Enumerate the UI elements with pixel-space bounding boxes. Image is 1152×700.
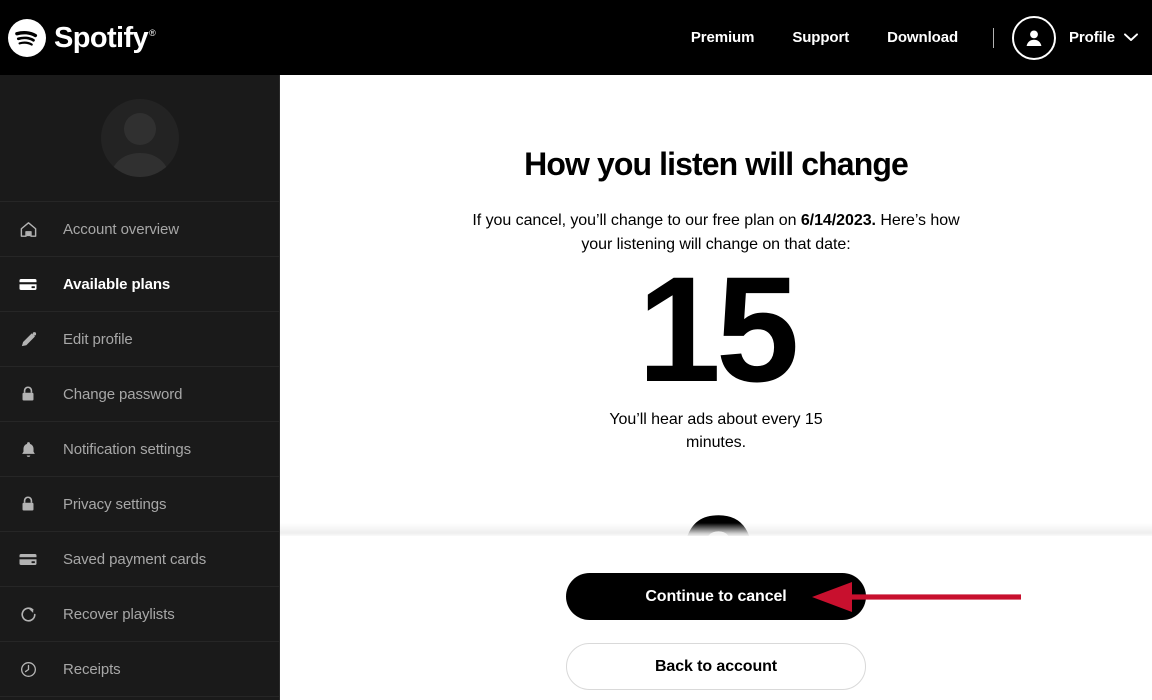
- page-title: How you listen will change: [524, 146, 909, 182]
- spotify-logo-icon: [8, 18, 46, 57]
- back-to-account-button[interactable]: Back to account: [566, 643, 866, 690]
- sidebar-item-change-password[interactable]: Change password: [0, 367, 279, 422]
- sidebar-item-label: Receipts: [63, 660, 121, 678]
- sidebar-item-label: Notification settings: [63, 440, 191, 458]
- spotify-wordmark: Spotify®: [54, 22, 156, 54]
- registered-mark: ®: [149, 28, 156, 39]
- nav-divider: [993, 27, 995, 48]
- stat-block-ads: 15 You’ll hear ads about every 15 minute…: [603, 244, 829, 454]
- chevron-down-icon: [1124, 29, 1138, 47]
- continue-to-cancel-button[interactable]: Continue to cancel: [566, 573, 866, 620]
- sidebar-item-edit-profile[interactable]: Edit profile: [0, 312, 279, 367]
- credit-card-icon: [16, 272, 40, 296]
- user-avatar-placeholder-icon: [100, 99, 179, 177]
- pencil-icon: [16, 327, 40, 351]
- nav-link-support[interactable]: Support: [773, 29, 868, 46]
- nav-link-download[interactable]: Download: [868, 29, 977, 46]
- site-header: Spotify® Premium Support Download Profil…: [0, 0, 1152, 75]
- profile-label: Profile: [1069, 29, 1115, 46]
- sidebar-item-label: Edit profile: [63, 330, 133, 348]
- stat-number: 15: [637, 244, 800, 413]
- main-nav: Premium Support Download Profile: [672, 0, 1152, 75]
- sidebar-item-saved-payment-cards[interactable]: Saved payment cards: [0, 532, 279, 587]
- sidebar-item-label: Privacy settings: [63, 495, 167, 513]
- user-avatar-icon: [1012, 15, 1057, 60]
- restore-icon: [16, 602, 40, 626]
- sidebar-item-account-overview[interactable]: Account overview: [0, 202, 279, 257]
- stat-caption: You’ll hear ads about every 15 minutes.: [609, 410, 823, 451]
- sidebar-avatar-block: [0, 75, 279, 202]
- sidebar-item-receipts[interactable]: Receipts: [0, 642, 279, 697]
- sidebar-item-privacy-settings[interactable]: Privacy settings: [0, 477, 279, 532]
- sidebar-item-label: Account overview: [63, 220, 179, 238]
- sidebar-item-label: Available plans: [63, 275, 171, 293]
- profile-menu-button[interactable]: Profile: [1010, 15, 1138, 60]
- sticky-action-footer: Continue to cancel Back to account: [280, 536, 1152, 700]
- sidebar-item-label: Change password: [63, 385, 183, 403]
- credit-card-icon: [16, 547, 40, 571]
- account-sidebar: Account overview Available plans Edit pr…: [0, 75, 280, 700]
- bell-icon: [16, 437, 40, 461]
- sidebar-item-label: Recover playlists: [63, 605, 175, 623]
- lock-icon: [16, 492, 40, 516]
- sidebar-item-recover-playlists[interactable]: Recover playlists: [0, 587, 279, 642]
- spotify-account-page: Spotify® Premium Support Download Profil…: [0, 0, 1152, 700]
- spotify-logo[interactable]: Spotify®: [8, 18, 156, 57]
- home-icon: [16, 217, 40, 241]
- lock-icon: [16, 382, 40, 406]
- sidebar-item-label: Saved payment cards: [63, 550, 207, 568]
- subtext-before: If you cancel, you’ll change to our free…: [472, 212, 801, 230]
- sidebar-item-available-plans[interactable]: Available plans: [0, 257, 279, 312]
- nav-link-premium[interactable]: Premium: [672, 29, 774, 46]
- clock-history-icon: [16, 657, 40, 681]
- cancel-effective-date: 6/14/2023.: [800, 212, 876, 230]
- sidebar-item-notification-settings[interactable]: Notification settings: [0, 422, 279, 477]
